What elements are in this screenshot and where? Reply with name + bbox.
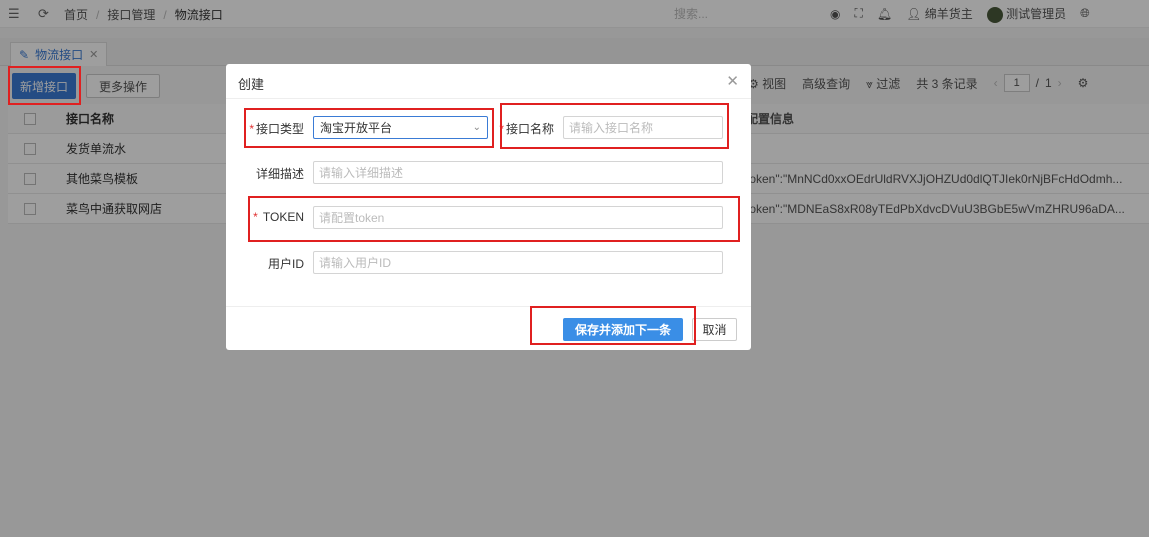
required-mark: *	[253, 210, 258, 224]
chevron-down-icon: ⌄	[472, 122, 481, 133]
interface-name-input[interactable]: 请输入接口名称	[563, 116, 723, 139]
required-mark: *	[499, 122, 504, 136]
description-label: 详细描述	[255, 167, 304, 181]
token-label-text: TOKEN	[262, 210, 304, 224]
interface-name-label-text: 接口名称	[505, 122, 554, 136]
interface-type-label: * 接口类型	[246, 120, 304, 137]
token-label: * TOKEN	[246, 210, 304, 224]
required-mark: *	[249, 122, 254, 136]
interface-type-label-text: 接口类型	[255, 122, 304, 136]
interface-name-label: * 接口名称	[496, 120, 554, 137]
save-and-add-next-button[interactable]: 保存并添加下一条	[563, 318, 683, 341]
user-id-input[interactable]: 请输入用户ID	[313, 251, 723, 274]
user-id-label: 用户ID	[267, 257, 304, 271]
dialog-title: 创建	[238, 77, 265, 92]
description-input[interactable]: 请输入详细描述	[313, 161, 723, 184]
divider	[226, 98, 751, 99]
create-dialog: 创建 ✕ * 接口类型 淘宝开放平台 ⌄ * 接口名称 请输入接口名称 详细描述 请…	[226, 64, 751, 350]
cancel-button[interactable]: 取消	[692, 318, 737, 341]
divider	[226, 306, 751, 307]
interface-type-value: 淘宝开放平台	[320, 121, 393, 135]
token-input[interactable]: 请配置token	[313, 206, 723, 229]
close-icon[interactable]: ✕	[726, 72, 739, 90]
interface-type-select[interactable]: 淘宝开放平台 ⌄	[313, 116, 488, 139]
